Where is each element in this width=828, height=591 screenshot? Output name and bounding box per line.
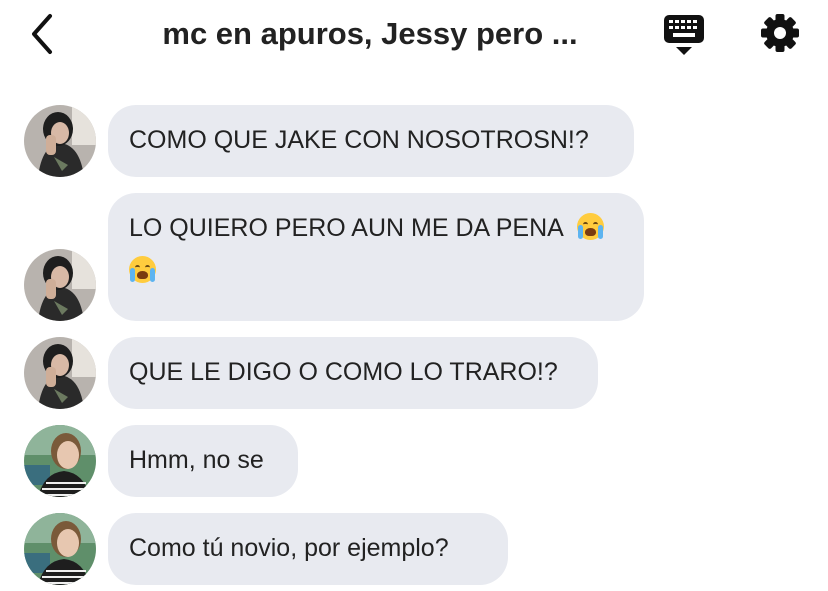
keyboard-icon — [664, 15, 704, 55]
chat-title: mc en apuros, Jessy pero ... — [162, 16, 578, 51]
avatar-photo — [24, 425, 96, 497]
crying-face-emoji — [577, 213, 605, 240]
avatar-photo — [24, 105, 96, 177]
avatar-photo — [24, 337, 96, 409]
message-bubble: Hmm, no se — [108, 425, 298, 497]
crying-face-emoji — [129, 256, 156, 283]
message-bubble: QUE LE DIGO O COMO LO TRARO!? — [108, 337, 598, 409]
keyboard-button[interactable] — [661, 12, 707, 56]
message-text: QUE LE DIGO O COMO LO TRARO!? — [129, 358, 558, 386]
settings-button[interactable] — [757, 12, 803, 56]
avatar[interactable] — [24, 337, 96, 409]
gear-icon — [761, 14, 799, 52]
avatar-photo — [24, 249, 96, 321]
message-text: LO QUIERO PERO AUN ME DA PENA — [129, 214, 563, 242]
message-text: COMO QUE JAKE CON NOSOTROSN!? — [129, 126, 589, 154]
chat-header: mc en apuros, Jessy pero ... — [0, 0, 828, 70]
back-button[interactable] — [24, 12, 64, 56]
message-bubble: LO QUIERO PERO AUN ME DA PENA — [108, 193, 644, 321]
avatar[interactable] — [24, 249, 96, 321]
avatar[interactable] — [24, 105, 96, 177]
message-text: Hmm, no se — [129, 446, 264, 474]
avatar[interactable] — [24, 425, 96, 497]
message-bubble: Como tú novio, por ejemplo? — [108, 513, 508, 585]
avatar-photo — [24, 513, 96, 585]
message-bubble: COMO QUE JAKE CON NOSOTROSN!? — [108, 105, 634, 177]
message-text: Como tú novio, por ejemplo? — [129, 534, 449, 562]
chevron-left-icon — [32, 14, 52, 54]
avatar[interactable] — [24, 513, 96, 585]
